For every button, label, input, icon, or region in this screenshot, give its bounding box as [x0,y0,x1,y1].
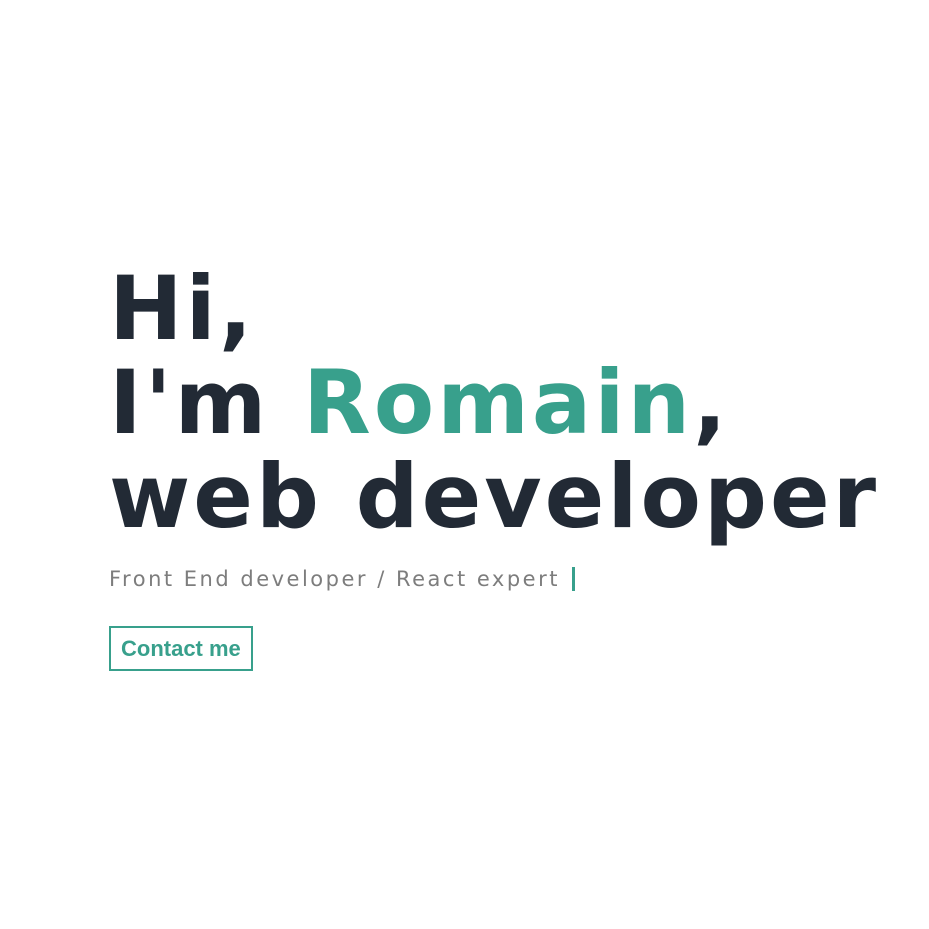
hero-subtitle: Front End developer / React expert [109,566,909,592]
contact-button[interactable]: Contact me [109,626,253,671]
hero-section: Hi, I'm Romain, web developer Front End … [109,262,909,671]
hero-headline: Hi, I'm Romain, web developer [109,262,909,544]
page: Hi, I'm Romain, web developer Front End … [0,0,929,929]
role-text: web developer [109,445,880,548]
greeting-text: Hi, [109,257,256,360]
intro-prefix: I'm [109,351,304,454]
intro-suffix: , [693,351,730,454]
intro-line: I'm Romain, [109,356,909,450]
subtitle-text: Front End developer / React expert [109,567,560,591]
role-line: web developer [109,450,909,544]
developer-name: Romain [303,351,694,454]
typing-cursor [571,567,575,591]
greeting-line: Hi, [109,262,909,356]
